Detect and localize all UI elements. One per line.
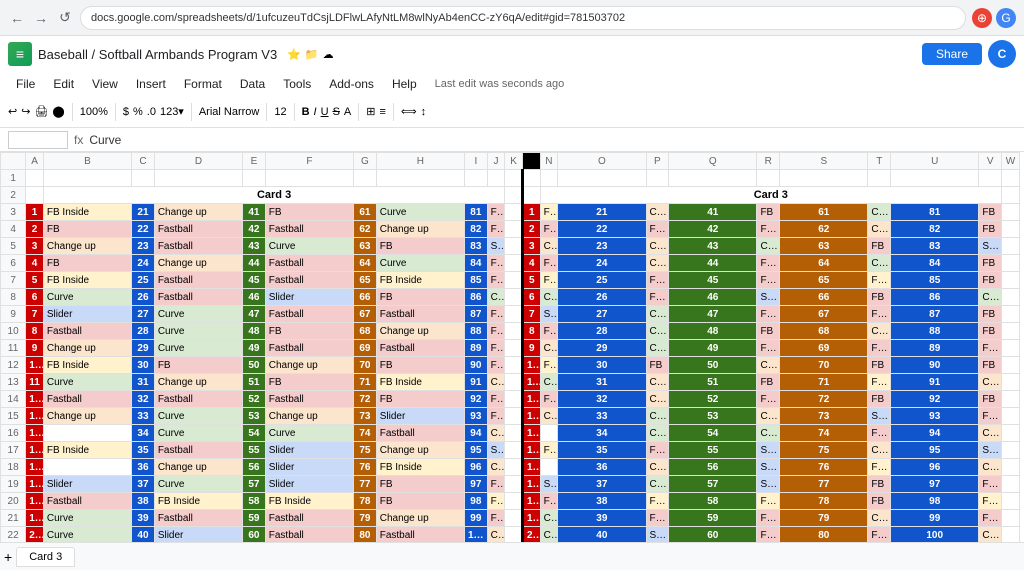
row-20: 20 18 Fastball 38 FB Inside 58 FB Inside… <box>1 493 1020 510</box>
menu-data[interactable]: Data <box>232 75 273 93</box>
doc-icons: ⭐ 📁 ☁ <box>287 48 333 61</box>
browser-icons: ⊕ G <box>972 8 1016 28</box>
menu-format[interactable]: Format <box>176 75 230 93</box>
profile-icon: G <box>996 8 1016 28</box>
menu-bar: File Edit View Insert Format Data Tools … <box>0 72 1024 96</box>
user-avatar: C <box>988 40 1016 68</box>
url-bar[interactable]: docs.google.com/spreadsheets/d/1ufcuzeuT… <box>80 6 966 30</box>
menu-insert[interactable]: Insert <box>128 75 174 93</box>
row-18: 18 16 36 Change up 56 Slider 76 FB Insid… <box>1 459 1020 476</box>
row-14: 14 12 Fastball 32 Fastball 52 Fastball 7… <box>1 391 1020 408</box>
row-8: 8 6 Curve 26 Fastball 46 Slider 66 FB 86… <box>1 289 1020 306</box>
row-3: 3 1 FB Inside 21 Change up 41 FB 61 Curv… <box>1 204 1020 221</box>
sheet-tab-card3[interactable]: Card 3 <box>16 547 75 567</box>
extension-icon: ⊕ <box>972 8 992 28</box>
row-7: 7 5 FB Inside 25 Fastball 45 Fastball 65… <box>1 272 1020 289</box>
menu-help[interactable]: Help <box>384 75 425 93</box>
row-2: 2 Card 3 Card 3 <box>1 187 1020 204</box>
menu-file[interactable]: File <box>8 75 43 93</box>
app-bar: ≡ Baseball / Softball Armbands Program V… <box>0 36 1024 72</box>
row-10: 10 8 Fastball 28 Curve 48 FB 68 Change u… <box>1 323 1020 340</box>
menu-addons[interactable]: Add-ons <box>321 75 382 93</box>
row-16: 16 14 34 Curve 54 Curve 74 Fastball 94 C… <box>1 425 1020 442</box>
row-12: 12 10 FB Inside 30 FB 50 Change up 70 FB… <box>1 357 1020 374</box>
url-text: docs.google.com/spreadsheets/d/1ufcuzeuT… <box>91 12 625 24</box>
last-edit: Last edit was seconds ago <box>435 78 565 90</box>
spreadsheet-grid: A B C D E F G H I J K M N O P Q R S T U … <box>0 152 1020 542</box>
row-5: 5 3 Change up 23 Fastball 43 Curve 63 FB… <box>1 238 1020 255</box>
formula-bar: fx Curve <box>0 128 1024 152</box>
row-6: 6 4 FB 24 Change up 44 Fastball 64 Curve… <box>1 255 1020 272</box>
row-13: 13 11 Curve 31 Change up 51 FB 71 FB Ins… <box>1 374 1020 391</box>
reload-button[interactable]: ↺ <box>56 9 74 27</box>
menu-edit[interactable]: Edit <box>45 75 82 93</box>
back-button[interactable]: ← <box>8 9 26 27</box>
doc-title: Baseball / Softball Armbands Program V3 <box>38 47 277 62</box>
sheets-logo: ≡ <box>8 42 32 66</box>
share-button[interactable]: Share <box>922 43 982 65</box>
menu-tools[interactable]: Tools <box>275 75 319 93</box>
column-headers: A B C D E F G H I J K M N O P Q R S T U … <box>1 153 1020 170</box>
row-11: 11 9 Change up 29 Curve 49 Fastball 69 F… <box>1 340 1020 357</box>
toolbar: ↩ ↪ 🖨 ⬤ 100% $ % .0 123▾ Arial Narrow 12… <box>0 96 1024 128</box>
row-21: 21 19 Curve 39 Fastball 59 Fastball 79 C… <box>1 510 1020 527</box>
row-1: 1 <box>1 170 1020 187</box>
row-22: 22 20 Curve 40 Slider 60 Fastball 80 Fas… <box>1 527 1020 543</box>
sheets-tabs: + Card 3 <box>0 542 1024 570</box>
row-15: 15 13 Change up 33 Curve 53 Change up 73… <box>1 408 1020 425</box>
spreadsheet[interactable]: A B C D E F G H I J K M N O P Q R S T U … <box>0 152 1024 542</box>
add-sheet-button[interactable]: + <box>4 549 12 565</box>
menu-view[interactable]: View <box>84 75 126 93</box>
browser-bar: ← → ↺ docs.google.com/spreadsheets/d/1uf… <box>0 0 1024 36</box>
row-17: 17 15 FB Inside 35 Fastball 55 Slider 75… <box>1 442 1020 459</box>
formula-content: Curve <box>89 133 1016 147</box>
row-4: 4 2 FB 22 Fastball 42 Fastball 62 Change… <box>1 221 1020 238</box>
row-9: 9 7 Slider 27 Curve 47 Fastball 67 Fastb… <box>1 306 1020 323</box>
cell-reference[interactable] <box>8 131 68 149</box>
forward-button[interactable]: → <box>32 9 50 27</box>
row-19: 19 17 Slider 37 Curve 57 Slider 77 FB 97… <box>1 476 1020 493</box>
